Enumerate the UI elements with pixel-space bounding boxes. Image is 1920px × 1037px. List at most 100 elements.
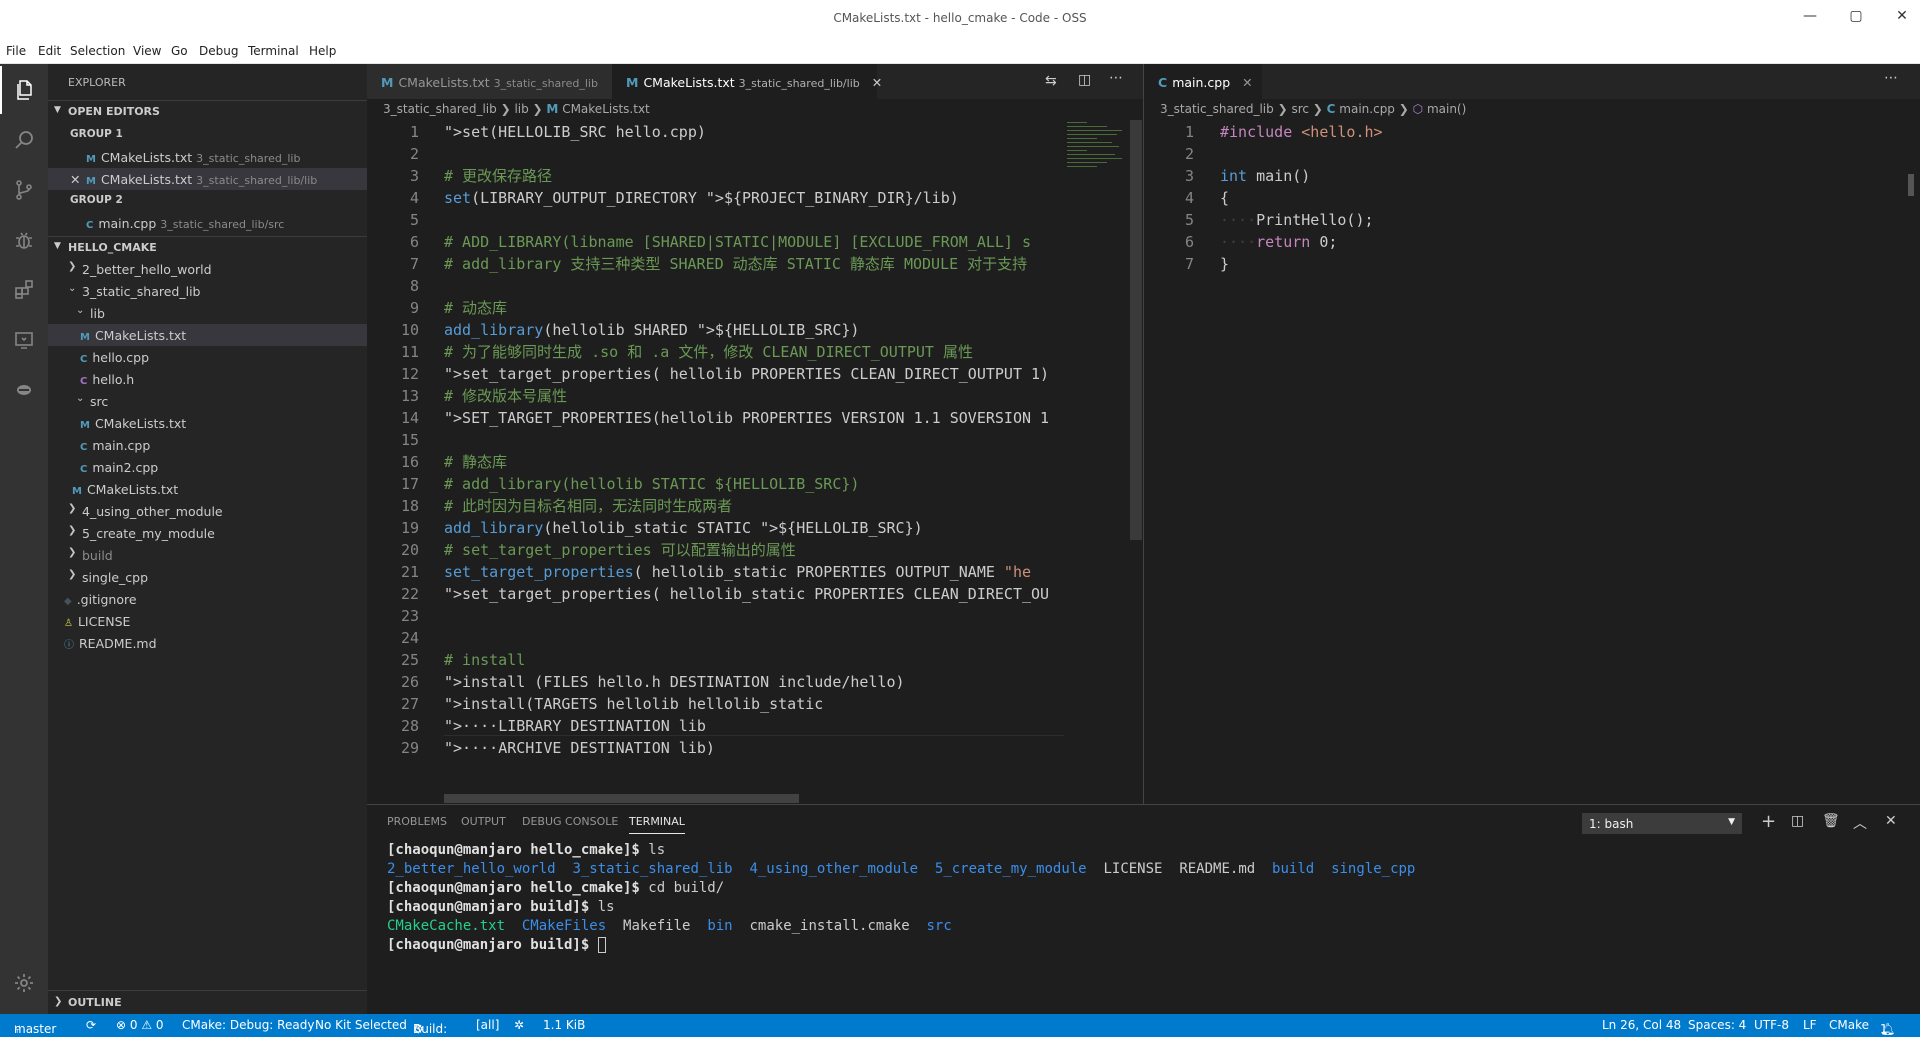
menu-file[interactable]: File	[6, 44, 26, 58]
outline-section[interactable]: ❯ OUTLINE	[48, 990, 367, 1014]
code-line[interactable]: add_library(hellolib_static STATIC ">${H…	[444, 517, 1064, 539]
kit-select[interactable]: No Kit Selected	[315, 1018, 407, 1032]
minimap[interactable]	[1064, 120, 1129, 320]
problems-count[interactable]: ⊗ 0 ⚠ 0	[116, 1018, 164, 1032]
open-editor-item[interactable]: Cmain.cpp 3_static_shared_lib/src	[48, 212, 367, 234]
code-line[interactable]	[444, 429, 1064, 451]
code-line[interactable]	[444, 209, 1064, 231]
menu-debug[interactable]: Debug	[199, 44, 238, 58]
code-line[interactable]: ">set_target_properties( hellolib_static…	[444, 583, 1064, 605]
settings-gear-icon[interactable]	[0, 959, 48, 1007]
extensions-icon[interactable]	[0, 266, 48, 314]
menu-help[interactable]: Help	[309, 44, 336, 58]
menu-view[interactable]: View	[133, 44, 161, 58]
tree-file[interactable]: ⓘ README.md	[48, 632, 367, 654]
tab-debug-console[interactable]: DEBUG CONSOLE	[522, 815, 618, 828]
code-line[interactable]	[1220, 143, 1840, 165]
code-line[interactable]: ">set_target_properties( hellolib PROPER…	[444, 363, 1064, 385]
tree-file[interactable]: M CMakeLists.txt	[48, 412, 367, 434]
tree-file[interactable]: Cmain.cpp	[48, 434, 367, 456]
code-line[interactable]: ">set(HELLOLIB_SRC hello.cpp)	[444, 121, 1064, 143]
tree-file[interactable]: Cmain2.cpp	[48, 456, 367, 478]
open-editor-item[interactable]: M CMakeLists.txt 3_static_shared_lib	[48, 146, 367, 168]
maximize-icon[interactable]: ▢	[1841, 8, 1871, 30]
open-editor-item-active[interactable]: ✕ M CMakeLists.txt 3_static_shared_lib/lib	[48, 168, 367, 190]
code-line[interactable]: add_library(hellolib SHARED ">${HELLOLIB…	[444, 319, 1064, 341]
tree-file[interactable]: ◆ .gitignore	[48, 588, 367, 610]
source-control-icon[interactable]	[0, 166, 48, 214]
code-area[interactable]: #include <hello.h> int main(){····PrintHe…	[1220, 121, 1840, 275]
code-line[interactable]: # set_target_properties 可以配置输出的属性	[444, 539, 1064, 561]
code-line[interactable]	[444, 605, 1064, 627]
tree-folder[interactable]: ⌄ lib	[48, 302, 367, 324]
tree-folder[interactable]: ⌄ 3_static_shared_lib	[48, 280, 367, 302]
menu-go[interactable]: Go	[171, 44, 188, 58]
close-tab-icon[interactable]: ✕	[1242, 75, 1252, 90]
tab-cmakelists[interactable]: M CMakeLists.txt 3_static_shared_lib	[367, 64, 612, 99]
code-line[interactable]: # 动态库	[444, 297, 1064, 319]
encoding[interactable]: UTF-8	[1754, 1018, 1789, 1032]
code-line[interactable]: int main()	[1220, 165, 1840, 187]
more-actions-icon[interactable]: ⋯	[1109, 70, 1123, 86]
debug-bug-icon[interactable]: ✲	[514, 1018, 524, 1032]
tree-file[interactable]: ♙ LICENSE	[48, 610, 367, 632]
code-line[interactable]: set(LIBRARY_OUTPUT_DIRECTORY ">${PROJECT…	[444, 187, 1064, 209]
open-editors-section[interactable]: ▼ OPEN EDITORS	[48, 100, 367, 122]
code-line[interactable]: set_target_properties( hellolib_static P…	[444, 561, 1064, 583]
tab-problems[interactable]: PROBLEMS	[387, 815, 447, 828]
code-line[interactable]: ">install(TARGETS hellolib hellolib_stat…	[444, 693, 1064, 715]
vertical-scrollbar[interactable]	[1130, 120, 1142, 540]
tab-terminal[interactable]: TERMINAL	[629, 815, 685, 834]
tree-folder[interactable]: ❯ 4_using_other_module	[48, 500, 367, 522]
cmake-status[interactable]: CMake: Debug: Ready	[182, 1018, 314, 1032]
build-target[interactable]: [all]	[476, 1018, 499, 1032]
code-line[interactable]: {	[1220, 187, 1840, 209]
horizontal-scrollbar[interactable]	[444, 794, 799, 803]
menu-terminal[interactable]: Terminal	[248, 44, 299, 58]
language-mode[interactable]: CMake	[1829, 1018, 1869, 1032]
tree-file[interactable]: Chello.cpp	[48, 346, 367, 368]
tab-main-cpp[interactable]: Cmain.cpp ✕	[1144, 64, 1262, 99]
vertical-scrollbar[interactable]	[1908, 174, 1914, 196]
tab-output[interactable]: OUTPUT	[461, 815, 506, 828]
tree-file[interactable]: Chello.h	[48, 368, 367, 390]
tree-folder[interactable]: ⌄ src	[48, 390, 367, 412]
line-ending[interactable]: LF	[1803, 1018, 1817, 1032]
code-line[interactable]: ">····ARCHIVE DESTINATION lib)	[444, 737, 1064, 759]
more-actions-icon[interactable]: ⋯	[1884, 70, 1898, 86]
code-line[interactable]: # add_library 支持三种类型 SHARED 动态库 STATIC 静…	[444, 253, 1064, 275]
explorer-icon[interactable]	[0, 66, 48, 114]
code-line[interactable]: ····return 0;	[1220, 231, 1840, 253]
close-window-icon[interactable]: ✕	[1887, 8, 1917, 30]
tree-folder[interactable]: ❯ 5_create_my_module	[48, 522, 367, 544]
cmake-icon[interactable]	[0, 366, 48, 414]
terminal-select[interactable]: 1: bash ▼	[1582, 813, 1742, 834]
debug-icon[interactable]	[0, 216, 48, 264]
tree-folder[interactable]: ❯ build	[48, 544, 367, 566]
close-icon[interactable]: ✕	[70, 172, 80, 187]
close-panel-icon[interactable]: ✕	[1885, 813, 1897, 829]
code-area[interactable]: ">set(HELLOLIB_SRC hello.cpp) # 更改保存路径 set…	[444, 121, 1064, 759]
tree-file[interactable]: M CMakeLists.txt	[48, 478, 367, 500]
tree-file-selected[interactable]: M CMakeLists.txt	[48, 324, 367, 346]
menu-edit[interactable]: Edit	[38, 44, 61, 58]
split-editor-icon[interactable]: ◫	[1078, 72, 1091, 88]
split-terminal-icon[interactable]: ◫	[1791, 813, 1804, 829]
code-line[interactable]: ">····LIBRARY DESTINATION lib	[444, 715, 1064, 737]
new-terminal-icon[interactable]: +	[1761, 811, 1776, 832]
indentation[interactable]: Spaces: 4	[1688, 1018, 1746, 1032]
code-line[interactable]	[444, 627, 1064, 649]
code-line[interactable]: ">SET_TARGET_PROPERTIES(hellolib PROPERT…	[444, 407, 1064, 429]
code-line[interactable]: }	[1220, 253, 1840, 275]
code-line[interactable]: # 静态库	[444, 451, 1064, 473]
sync-icon[interactable]: ⟳	[86, 1018, 96, 1032]
project-section[interactable]: ▼ HELLO_CMAKE	[48, 236, 367, 258]
code-line[interactable]	[444, 275, 1064, 297]
terminal-output[interactable]: [chaoqun@manjaro hello_cmake]$ ls 2_bette…	[387, 841, 1415, 955]
code-line[interactable]: # 此时因为目标名相同，无法同时生成两者	[444, 495, 1064, 517]
trash-icon[interactable]: 🗑	[1822, 813, 1840, 829]
code-line[interactable]: ">install (FILES hello.h DESTINATION inc…	[444, 671, 1064, 693]
code-line[interactable]: # ADD_LIBRARY(libname [SHARED|STATIC|MOD…	[444, 231, 1064, 253]
code-line[interactable]: # install	[444, 649, 1064, 671]
tree-folder[interactable]: ❯ 2_better_hello_world	[48, 258, 367, 280]
